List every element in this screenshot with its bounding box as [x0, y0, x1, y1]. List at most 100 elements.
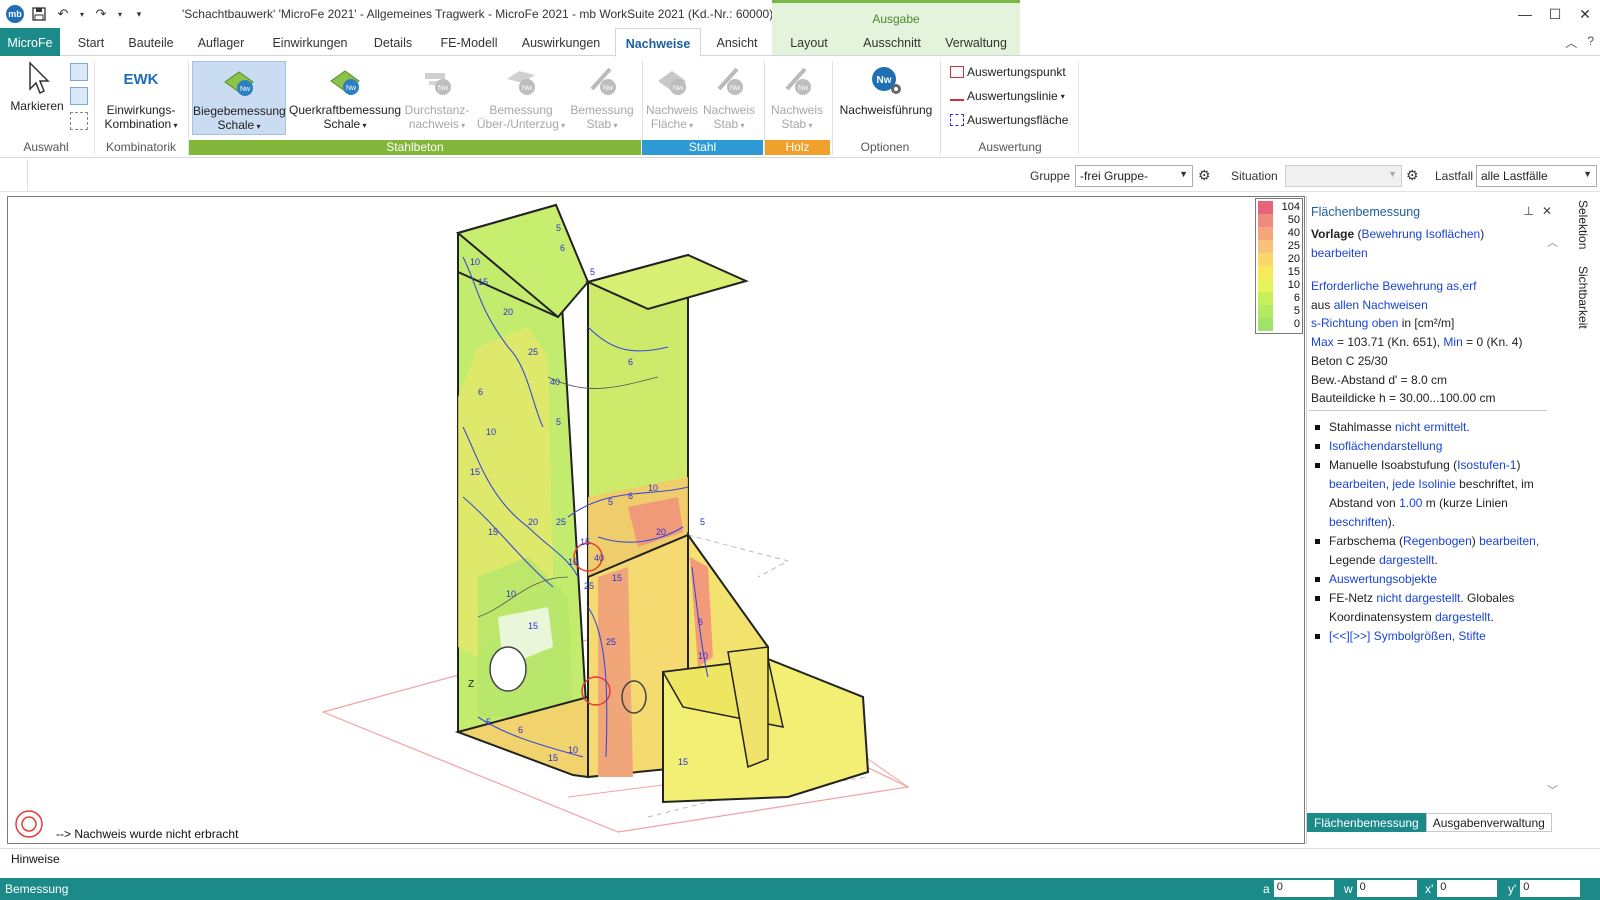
biegebemessung-schale-button[interactable]: Nw Biegebemessung Schale ▾ — [192, 61, 286, 135]
legende-link[interactable]: dargestellt — [1379, 553, 1434, 567]
isoabstufung-bearbeiten-link[interactable]: bearbeiten — [1329, 477, 1386, 491]
gruppe-settings-icon[interactable]: ⚙ — [1198, 167, 1216, 185]
situation-settings-icon[interactable]: ⚙ — [1406, 167, 1424, 185]
jede-isolinie-link[interactable]: jede Isolinie — [1392, 477, 1455, 491]
tab-sichtbarkeit[interactable]: Sichtbarkeit — [1576, 266, 1590, 329]
legend-swatch — [1258, 240, 1273, 253]
select-window-icon[interactable] — [70, 112, 88, 130]
panel-scroll-up-icon[interactable]: ︿ — [1547, 234, 1558, 250]
tab-layout[interactable]: Layout — [784, 28, 834, 56]
auswertungslinie-dropdown-icon[interactable]: ▾ — [1061, 92, 1065, 101]
querkraftbemessung-schale-button[interactable]: Nw Querkraftbemessung Schale ▾ — [289, 61, 401, 133]
contour-label: 6 — [628, 357, 634, 367]
hinweise-label[interactable]: Hinweise — [11, 852, 60, 866]
collapse-ribbon-icon[interactable]: ︿ — [1565, 34, 1577, 51]
bew-abstand-line: Bew.-Abstand d' = 8.0 cm — [1311, 373, 1448, 387]
tab-ansicht[interactable]: Ansicht — [712, 28, 762, 56]
max-value: = 103.71 (Kn. 651), — [1333, 335, 1444, 349]
tab-auswirkungen[interactable]: Auswirkungen — [519, 28, 603, 56]
farbschema-bearbeiten-link[interactable]: bearbeiten, — [1479, 534, 1539, 548]
s-richtung-link[interactable]: s-Richtung oben — [1311, 316, 1398, 330]
auswertungspunkt-label: Auswertungspunkt — [967, 65, 1066, 79]
bemessung-stab-button[interactable]: Nw Bemessung Stab ▾ — [570, 61, 634, 133]
shaft-model-drawing[interactable]: Z — [8, 197, 1305, 844]
abstand-link[interactable]: 1.00 — [1399, 496, 1422, 510]
select-mode-icon-1[interactable] — [70, 63, 88, 81]
close-icon[interactable]: ✕ — [1570, 0, 1600, 28]
biegebemessung-dropdown-icon: ▾ — [254, 122, 261, 131]
maximize-icon[interactable]: ☐ — [1540, 0, 1570, 28]
svg-text:Nw: Nw — [522, 85, 533, 92]
koordinatensystem-link[interactable]: dargestellt — [1435, 610, 1490, 624]
cursor-arrow-icon — [29, 61, 50, 95]
ribbon-right-controls: ︿ ? — [1565, 34, 1594, 51]
help-icon[interactable]: ? — [1587, 34, 1594, 51]
svg-text:Nw: Nw — [603, 85, 614, 92]
auswertungsflaeche-button[interactable]: Auswertungsfläche — [950, 113, 1068, 127]
coord-x-input[interactable]: 0 — [1437, 880, 1498, 897]
tab-ausgabenverwaltung[interactable]: Ausgabenverwaltung — [1425, 813, 1552, 832]
min-link[interactable]: Min — [1443, 335, 1462, 349]
list-item: Auswertungsobjekte — [1311, 570, 1551, 589]
contour-label: 15 — [612, 573, 623, 583]
tab-selektion[interactable]: Selektion — [1576, 200, 1590, 249]
einwirkungs-kombination-button[interactable]: EWK Einwirkungs- Kombination ▾ — [96, 61, 186, 133]
situation-select[interactable]: ▼ — [1285, 165, 1402, 187]
coord-y-input[interactable]: 0 — [1520, 880, 1581, 897]
max-link[interactable]: Max — [1311, 335, 1334, 349]
pin-icon[interactable]: ⊥ — [1523, 204, 1533, 218]
auswertungsobjekte-link[interactable]: Auswertungsobjekte — [1329, 572, 1437, 586]
erf-bewehrung-link[interactable]: Erforderliche Bewehrung as,erf — [1311, 277, 1476, 295]
tab-details[interactable]: Details — [370, 28, 416, 56]
fe-netz-link[interactable]: nicht dargestellt — [1376, 591, 1460, 605]
coord-a-input[interactable]: 0 — [1273, 880, 1334, 897]
tab-fe-modell[interactable]: FE-Modell — [436, 28, 502, 56]
nachweis-flaeche-button[interactable]: Nw Nachweis Fläche ▾ — [644, 61, 700, 133]
nachweisfuehrung-button[interactable]: Nw Nachweisführung — [836, 61, 936, 117]
nachweis-stab-stahl-button[interactable]: Nw Nachweis Stab ▾ — [701, 61, 757, 133]
customize-toolbar-icon[interactable]: ▾ — [130, 5, 148, 23]
undo-dropdown-icon[interactable]: ▾ — [78, 5, 86, 23]
minimize-icon[interactable]: — — [1510, 0, 1540, 28]
coord-w-input[interactable]: 0 — [1356, 880, 1417, 897]
isostufen-link[interactable]: Isostufen-1 — [1457, 458, 1516, 472]
nachweis-stab-holz-button[interactable]: Nw Nachweis Stab ▾ — [766, 61, 828, 133]
tab-microfe[interactable]: MicroFe — [0, 28, 60, 56]
durchstanznachweis-button[interactable]: Nw Durchstanz- nachweis ▾ — [402, 61, 472, 133]
gruppe-select[interactable]: -frei Gruppe- ▼ — [1075, 165, 1193, 187]
tab-start[interactable]: Start — [70, 28, 112, 56]
save-icon[interactable] — [30, 5, 48, 23]
isoflaechen-link[interactable]: Isoflächendarstellung — [1329, 439, 1442, 453]
stahlmasse-link[interactable]: nicht ermittelt — [1395, 420, 1466, 434]
lastfall-select[interactable]: alle Lastfälle ▼ — [1476, 165, 1597, 187]
panel-close-icon[interactable]: ✕ — [1542, 204, 1552, 218]
app-logo-icon[interactable]: mb — [6, 5, 24, 23]
markieren-button[interactable]: Markieren — [6, 61, 68, 113]
select-mode-icon-2[interactable] — [70, 87, 88, 105]
beschriften-link[interactable]: beschriften — [1329, 515, 1388, 529]
symbolgroessen-link[interactable]: [<<][>>] Symbolgrößen, Stifte — [1329, 629, 1486, 643]
redo-dropdown-icon[interactable]: ▾ — [116, 5, 124, 23]
auswertungslinie-label: Auswertungslinie — [967, 89, 1058, 103]
alle-nachweise-link[interactable]: allen Nachweisen — [1334, 298, 1428, 312]
vorlage-bearbeiten-link[interactable]: bearbeiten — [1311, 244, 1368, 262]
auswertungslinie-button[interactable]: Auswertungslinie ▾ — [950, 89, 1065, 103]
tab-bauteile[interactable]: Bauteile — [124, 28, 178, 56]
auswertungspunkt-button[interactable]: Auswertungspunkt — [950, 65, 1066, 79]
tab-ausschnitt[interactable]: Ausschnitt — [856, 28, 928, 56]
tab-auflager[interactable]: Auflager — [194, 28, 248, 56]
tab-nachweise[interactable]: Nachweise — [615, 28, 701, 57]
svg-text:Nw: Nw — [877, 75, 892, 86]
vorlage-link[interactable]: Bewehrung Isoflächen — [1361, 227, 1480, 241]
tab-einwirkungen[interactable]: Einwirkungen — [270, 28, 350, 56]
undo-icon[interactable]: ↶ — [54, 5, 72, 23]
tab-flaechenbemessung[interactable]: Flächenbemessung — [1307, 813, 1426, 832]
panel-scroll-down-icon[interactable]: ﹀ — [1547, 782, 1558, 798]
model-viewport[interactable]: Z 5 6 10 15 20 25 40 5 6 10 15 15 20 25 10 6 5 15 10 20 25 15… — [7, 196, 1305, 844]
bemessung-ueberzug-button[interactable]: Nw Bemessung Über-/Unterzug ▾ — [473, 61, 569, 133]
redo-icon[interactable]: ↷ — [92, 5, 110, 23]
regenbogen-link[interactable]: Regenbogen — [1403, 534, 1472, 548]
contour-label: 6 — [698, 617, 704, 627]
holz-stab-label-line1: Nachweis — [770, 103, 824, 117]
tab-verwaltung[interactable]: Verwaltung — [940, 28, 1012, 56]
